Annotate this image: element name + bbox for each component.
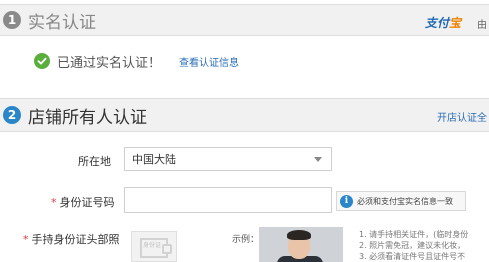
example-photo <box>259 227 343 262</box>
example-label: 示例： <box>232 235 260 245</box>
step-number-1: 1 <box>3 11 21 29</box>
view-verification-link[interactable]: 查看认证信息 <box>179 54 239 69</box>
store-verification-link[interactable]: 开店认证全 <box>437 109 487 124</box>
check-icon <box>34 53 50 69</box>
verified-status-text: 已通过实名认证！ <box>57 55 162 71</box>
id-hint-text: 必须和支付宝实名信息一致 <box>357 196 453 206</box>
section-title-real-name: 实名认证 <box>28 12 96 33</box>
section-header-real-name: 1 实名认证 支付宝 由 <box>0 4 489 36</box>
verified-status-row: 已通过实名认证！ 查看认证信息 <box>34 52 239 71</box>
location-select[interactable]: 中国大陆 <box>124 147 332 171</box>
id-number-label: * 身份证号码 <box>51 196 115 209</box>
alipay-logo: 支付宝 <box>424 16 461 30</box>
photo-instructions: 1. 请手持相关证件，(临时身份 2. 照片需免冠，建议未化妆， 3. 必须看清… <box>359 229 468 262</box>
photo-label: * 手持身份证头部照 <box>23 233 120 246</box>
instruction-line: 3. 必须看清证件号且证件号不 <box>359 252 466 261</box>
logo-caption: 由 <box>477 20 487 31</box>
location-value: 中国大陆 <box>132 153 176 166</box>
chevron-down-icon <box>314 157 322 162</box>
section-title-owner: 店铺所有人认证 <box>28 107 147 128</box>
id-card-upload-icon[interactable]: 身份证 <box>131 231 177 262</box>
id-hint-box: i 必须和支付宝实名信息一致 <box>336 191 466 211</box>
instruction-line: 2. 照片需免冠，建议未化妆， <box>359 241 466 250</box>
location-label: 所在地 <box>78 155 111 168</box>
step-number-2: 2 <box>3 106 21 124</box>
info-icon: i <box>340 194 353 208</box>
id-number-input[interactable] <box>124 187 332 213</box>
instruction-line: 1. 请手持相关证件，(临时身份 <box>359 230 469 239</box>
section-header-owner: 2 店铺所有人认证 开店认证全 <box>0 98 489 132</box>
